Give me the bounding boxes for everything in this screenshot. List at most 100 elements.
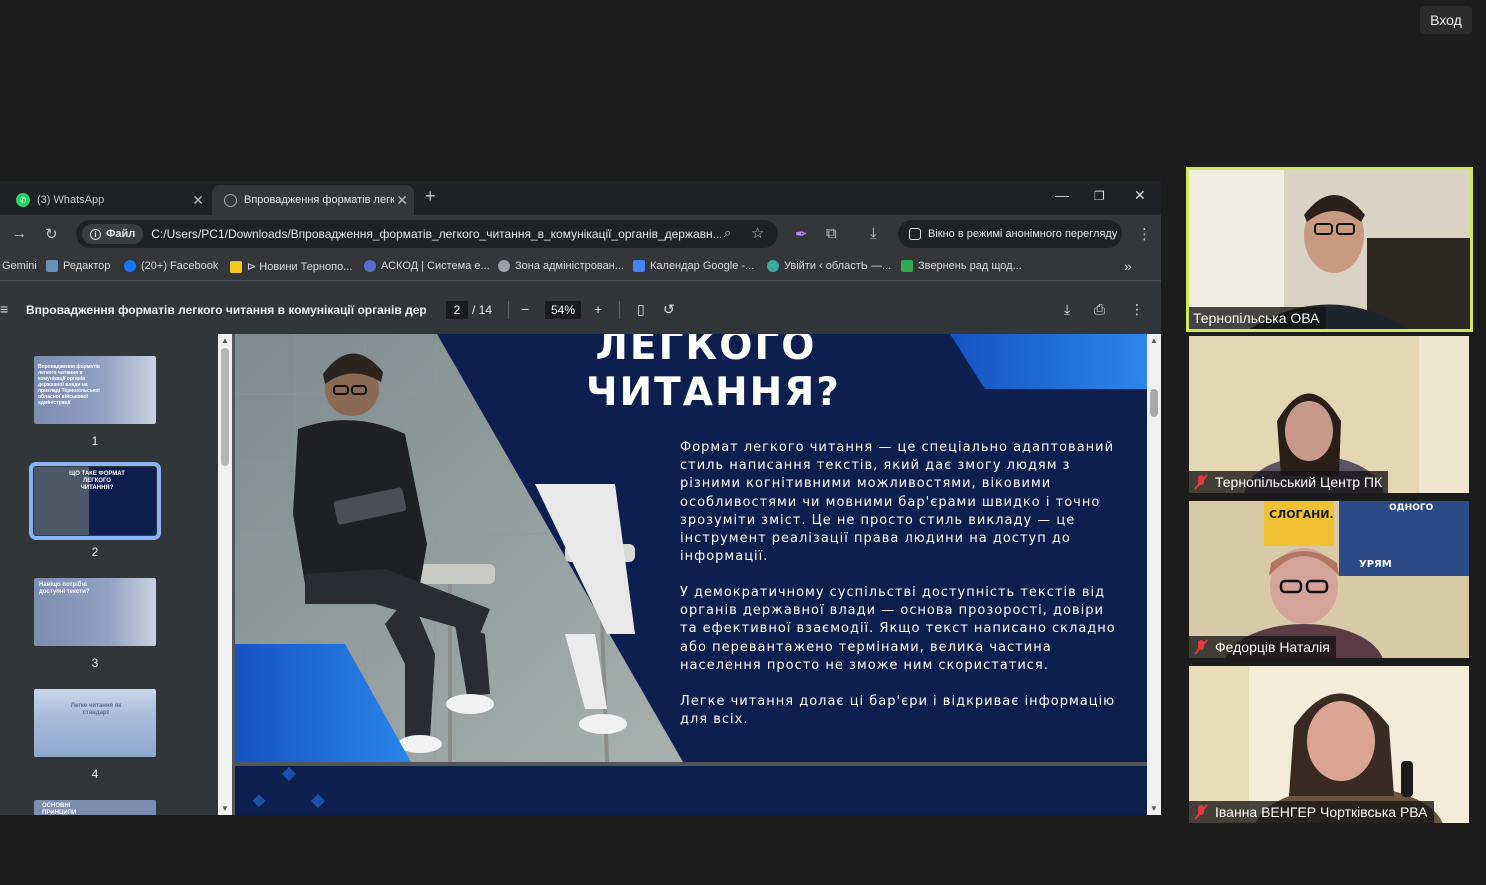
calendar-icon [633,260,645,272]
zoom-out-icon[interactable]: − [521,301,529,317]
tab-whatsapp[interactable]: ✆ (3) WhatsApp ✕ [4,185,210,215]
accent-shape [950,334,1147,389]
more-bookmarks-icon[interactable]: » [1124,258,1132,274]
tab-pdf-document[interactable]: Впровадження форматів легкого ✕ [212,185,414,215]
print-icon[interactable]: ⎙ [1094,301,1105,318]
incognito-indicator[interactable]: Вікно в режимі анонімного перегляду [898,220,1122,248]
askod-icon [364,260,376,272]
thumbnail-page-4[interactable]: Легке читання як стандарт [34,689,156,757]
thumbnail-sidebar: Впровадження форматів легкого читання в … [0,334,218,815]
site-info-chip[interactable]: i Файл [82,224,144,244]
thumbnail-number: 1 [91,434,99,448]
participant-name-label: Тернопільська ОВА [1189,307,1326,329]
thumbnail-page-1[interactable]: Впровадження форматів легкого читання в … [34,356,156,424]
extension-feather-icon[interactable]: ✒ [795,225,808,243]
participant-tile-2[interactable]: Тернопільський Центр ПК [1189,336,1469,493]
login-button[interactable]: Вход [1420,6,1472,34]
participant-name-label: Іванна ВЕНГЕР Чортківська РВА [1189,801,1434,823]
zoom-in-icon[interactable]: + [594,301,602,317]
url-text: C:/Users/PC1/Downloads/Впровадження_форм… [151,227,722,241]
bookmark-star-icon[interactable]: ☆ [751,224,764,242]
participant-name-label: Тернопільський Центр ПК [1189,471,1389,493]
participant-video [1189,170,1470,329]
thumbnail-scrollbar[interactable]: ▲ ▼ [218,334,232,815]
meeting-stage: Вход ✆ (3) WhatsApp ✕ Впровадження форма… [0,0,1486,885]
tab-strip: ✆ (3) WhatsApp ✕ Впровадження форматів л… [0,181,1161,215]
restore-icon[interactable]: ❐ [1094,189,1105,203]
close-window-icon[interactable]: ✕ [1134,187,1146,204]
page-number-input[interactable]: 2 [446,301,468,319]
facebook-icon [124,260,136,272]
mic-off-icon [1194,474,1208,490]
file-label: Файл [106,228,136,240]
divider [508,301,509,319]
bookmark-facebook[interactable]: (20+) Facebook [124,260,218,272]
participant-tile-4[interactable]: Іванна ВЕНГЕР Чортківська РВА [1189,666,1469,823]
bookmark-google-calendar[interactable]: Календар Google -... [633,260,754,272]
participant-tile-1[interactable]: Тернопільська ОВА [1186,167,1473,332]
participant-video: СЛОГАНИ. ОДНОГО УРЯМ [1189,501,1469,658]
slide-paragraph-2: У демократичному суспільстві доступність… [680,585,1116,673]
browser-toolbar: → ↻ i Файл C:/Users/PC1/Downloads/Впрова… [0,215,1161,253]
participant-name-label: Федорців Наталія [1189,636,1336,658]
new-tab-button[interactable]: + [425,186,436,207]
bookmarks-bar: Gemini Редактор (20+) Facebook ⊳ Новини … [0,253,1161,281]
document-scrollbar[interactable]: ▲ ▼ [1147,334,1161,815]
slide-paragraph-1: Формат легкого читання — це спеціально а… [680,440,1115,565]
address-bar[interactable]: i Файл C:/Users/PC1/Downloads/Впроваджен… [76,220,778,248]
slide-heading-line1: ЛЕГКОГО [595,334,817,369]
mic-off-icon [1194,639,1208,655]
thumbnail-page-3[interactable]: Навіщо потрібні доступні тексти? [34,578,156,646]
divider [619,301,620,319]
slide-heading-line2: ЧИТАННЯ? [586,370,841,415]
info-icon: i [90,228,101,240]
close-tab-icon[interactable]: ✕ [192,192,204,209]
thumbnail-number: 2 [91,545,99,559]
bookmark-news[interactable]: ⊳ Новини Тернопо... [230,260,352,273]
bookmark-editor[interactable]: Редактор [46,260,110,272]
bookmark-login-oblast[interactable]: Увійти ‹ областЬ —... [767,260,891,272]
participant-video [1189,336,1469,493]
editor-icon [46,260,58,272]
incognito-label: Вікно в режимі анонімного перегляду [928,228,1118,240]
tab-title: (3) WhatsApp [37,194,105,206]
download-icon[interactable]: ⤓ [870,225,877,242]
minimize-icon[interactable]: — [1055,187,1069,203]
pdf-title: Впровадження форматів легкого читання в … [26,303,426,317]
reload-icon[interactable]: ↻ [45,225,58,243]
pdf-viewer[interactable]: ▲ ▼ ЛЕГКОГО ЧИТАННЯ? Формат легкого чита… [218,334,1161,815]
thumbnail-number: 4 [91,767,99,781]
mic-off-icon [1194,804,1208,820]
bookmark-admin-zone[interactable]: Зона адміністрован... [498,260,624,272]
fit-page-icon[interactable]: ▯ [637,301,645,318]
pdf-download-icon[interactable]: ⤓ [1064,301,1070,318]
globe-icon [224,193,237,207]
slide-page-3-preview [235,766,1147,815]
pdf-more-icon[interactable]: ⋮ [1130,301,1144,318]
extensions-puzzle-icon[interactable]: ⧉ [826,225,837,242]
tab-title: Впровадження форматів легкого [244,194,394,206]
slide-paragraph-3: Легке читання долає ці бар'єри і відкрив… [680,694,1116,728]
news-icon [230,260,242,273]
bookmark-appeals[interactable]: Звернень рад щод... [901,260,1022,272]
pdf-toolbar: ≡ Впровадження форматів легкого читання … [0,281,1161,334]
thumbnail-number: 3 [91,656,99,670]
thumbnail-page-5[interactable]: ОСНОВНІ ПРИНЦИПИ [34,800,156,815]
participant-tile-3[interactable]: СЛОГАНИ. ОДНОГО УРЯМ Федорців Наталія [1189,501,1469,658]
close-tab-icon[interactable]: ✕ [396,192,408,209]
shared-screen-browser: ✆ (3) WhatsApp ✕ Впровадження форматів л… [0,181,1161,815]
incognito-icon [909,228,921,240]
page-total: / 14 [472,303,493,317]
participant-video [1189,666,1469,823]
rotate-icon[interactable]: ↺ [663,301,675,318]
sidebar-menu-icon[interactable]: ≡ [0,301,8,317]
globe-icon [498,260,510,272]
thumbnail-page-2[interactable]: ЩО ТАКЕ ФОРМАТ ЛЕГКОГО ЧИТАННЯ? [29,462,161,540]
bookmark-gemini[interactable]: Gemini [2,260,37,272]
zoom-search-icon[interactable]: ⌕ [724,225,731,241]
zoom-input[interactable]: 54% [545,301,581,319]
forward-arrow-icon[interactable]: → [12,225,27,242]
svg-text:СЛОГАНИ.: СЛОГАНИ. [1269,508,1334,521]
bookmark-askod[interactable]: АСКОД | Система е... [364,260,490,272]
browser-menu-icon[interactable]: ⋮ [1137,225,1152,243]
